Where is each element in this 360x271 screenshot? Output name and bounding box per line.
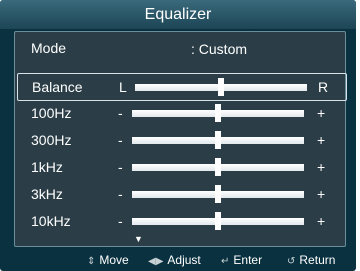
balance-right-marker: R xyxy=(318,79,329,95)
menu-title: Equalizer xyxy=(0,0,356,29)
minus-marker: - xyxy=(118,132,123,148)
left-right-arrows-icon: ◀▶ xyxy=(148,256,164,267)
plus-marker: + xyxy=(317,105,326,121)
band-label: 300Hz xyxy=(31,132,72,148)
band-label: 10kHz xyxy=(31,213,71,229)
footer-hints: ⇕ Move ◀▶ Adjust ↵ Enter ↺ Return xyxy=(0,246,356,271)
return-icon: ↺ xyxy=(287,256,296,267)
enter-hint-label: Enter xyxy=(233,253,263,267)
mode-row[interactable]: Mode : Custom xyxy=(15,35,345,63)
band-row-3khz[interactable]: 3kHz - + xyxy=(15,181,345,209)
band-slider-thumb[interactable] xyxy=(215,131,221,149)
return-hint-label: Return xyxy=(299,253,336,267)
minus-marker: - xyxy=(118,186,123,202)
up-down-arrows-icon: ⇕ xyxy=(87,256,96,267)
return-hint: ↺ Return xyxy=(287,253,335,267)
balance-left-marker: L xyxy=(119,79,127,95)
adjust-hint: ◀▶ Adjust xyxy=(148,253,201,267)
balance-slider-thumb[interactable] xyxy=(218,78,224,96)
enter-icon: ↵ xyxy=(221,256,230,267)
band-slider-thumb[interactable] xyxy=(215,212,221,230)
band-label: 100Hz xyxy=(31,105,72,121)
band-row-300hz[interactable]: 300Hz - + xyxy=(15,127,345,155)
scroll-down-arrow-icon: ▼ xyxy=(134,234,143,244)
band-label: Balance xyxy=(32,79,83,95)
enter-hint: ↵ Enter xyxy=(221,253,262,267)
minus-marker: - xyxy=(118,105,123,121)
mode-label: Mode xyxy=(31,40,67,56)
plus-marker: + xyxy=(317,132,326,148)
plus-marker: + xyxy=(317,186,326,202)
band-row-10khz[interactable]: 10kHz - + ▼ xyxy=(15,208,345,244)
band-label: 3kHz xyxy=(31,186,63,202)
band-slider-thumb[interactable] xyxy=(215,185,221,203)
band-slider-thumb[interactable] xyxy=(215,104,221,122)
band-row-1khz[interactable]: 1kHz - + xyxy=(15,154,345,182)
move-hint: ⇕ Move xyxy=(87,253,129,267)
mode-value: : Custom xyxy=(191,41,248,57)
band-row-100hz[interactable]: 100Hz - + xyxy=(15,100,345,128)
minus-marker: - xyxy=(118,159,123,175)
plus-marker: + xyxy=(317,213,326,229)
equalizer-panel: Mode : Custom Balance L R 100Hz - + 300H… xyxy=(14,31,347,247)
band-label: 1kHz xyxy=(31,159,63,175)
equalizer-menu: Equalizer Mode : Custom Balance L R 100H… xyxy=(0,0,356,271)
band-row-balance[interactable]: Balance L R xyxy=(17,73,347,101)
adjust-hint-label: Adjust xyxy=(167,253,201,267)
band-slider-thumb[interactable] xyxy=(215,158,221,176)
move-hint-label: Move xyxy=(99,253,129,267)
plus-marker: + xyxy=(317,159,326,175)
minus-marker: - xyxy=(118,213,123,229)
